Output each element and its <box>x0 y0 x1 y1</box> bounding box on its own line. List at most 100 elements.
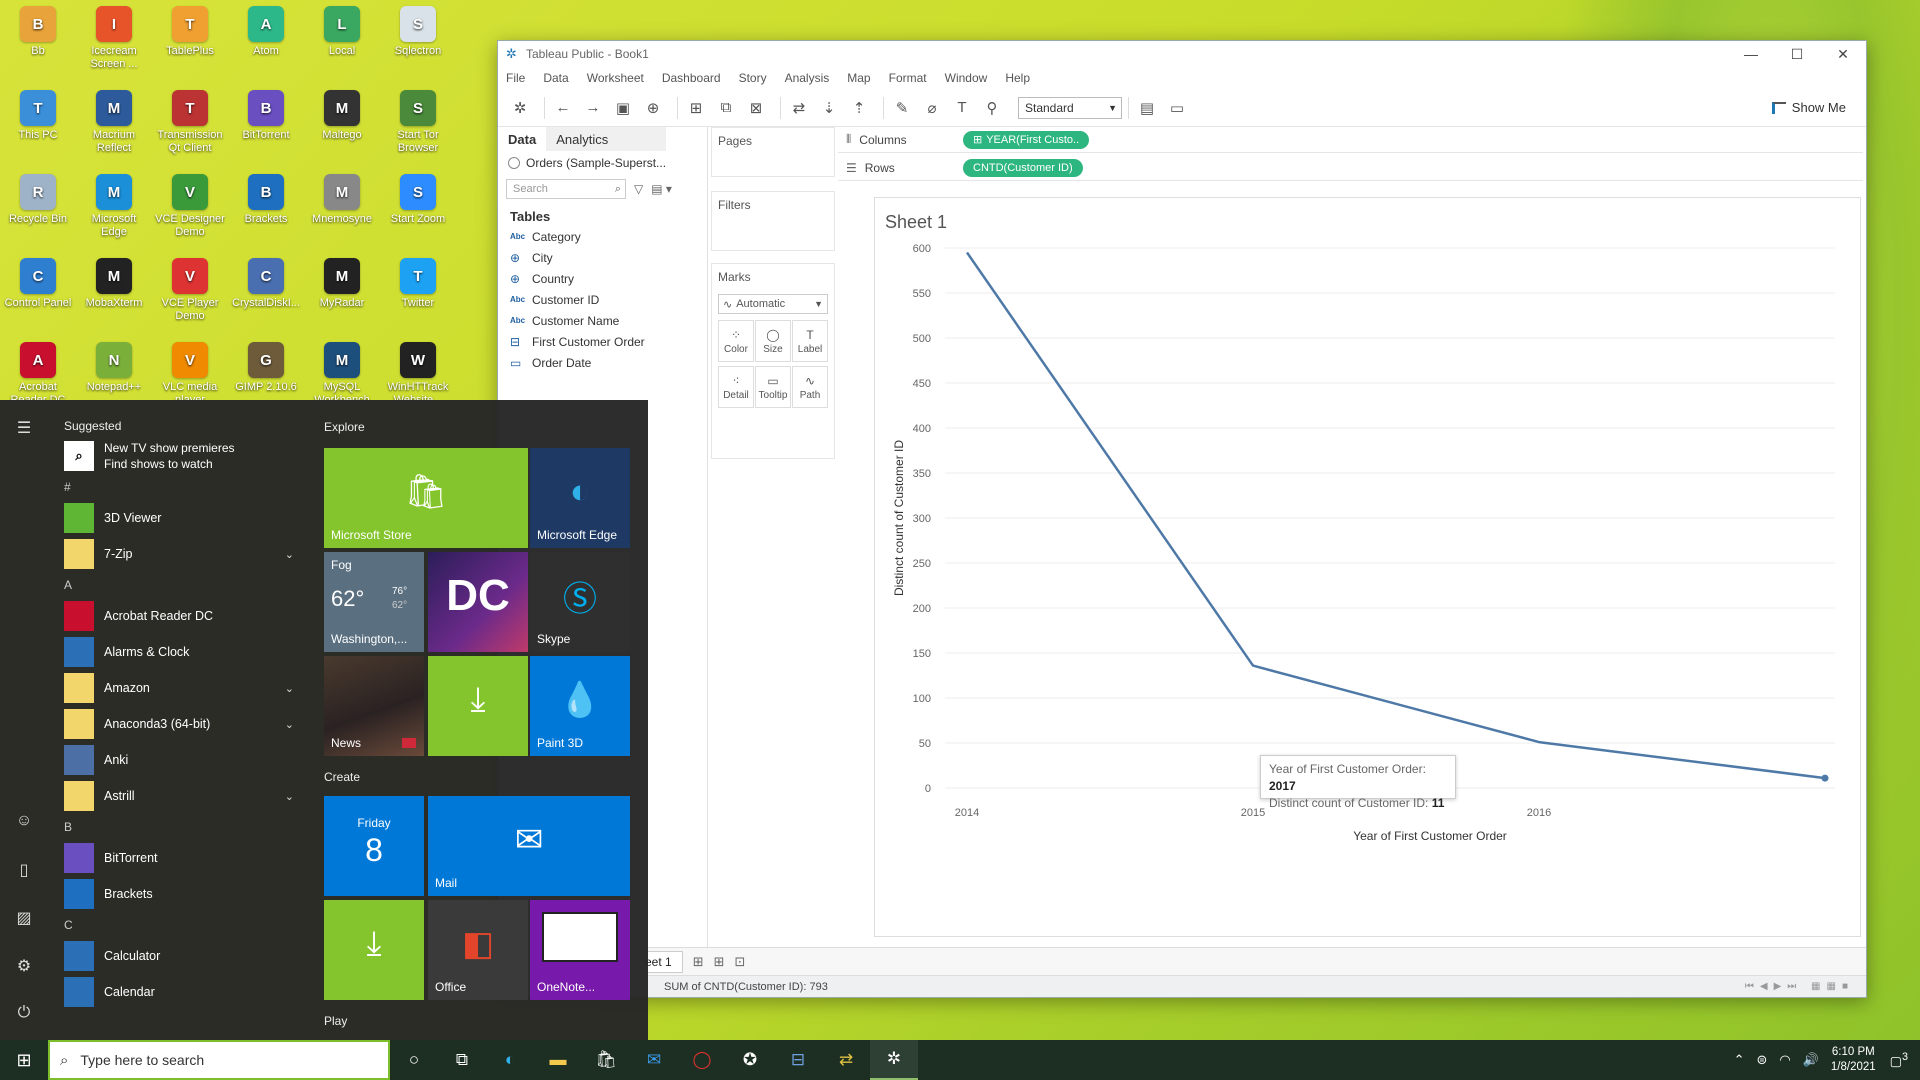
desktop-shortcut[interactable]: N Notepad++ <box>78 342 150 394</box>
tile-office[interactable]: ◧ Office <box>428 900 528 1000</box>
task-view-icon[interactable]: ⧉ <box>438 1040 486 1080</box>
field-item[interactable]: Abc Customer ID <box>498 289 707 310</box>
tile-dolby[interactable]: DC <box>428 552 528 652</box>
desktop-shortcut[interactable]: I Icecream Screen ... <box>78 6 150 71</box>
app-group-letter[interactable]: B <box>64 814 304 840</box>
network-app-icon[interactable]: ⊟ <box>774 1040 822 1080</box>
new-story-tab-icon[interactable]: ⊡ <box>735 954 746 970</box>
desktop-shortcut[interactable]: V VCE Designer Demo <box>154 174 226 239</box>
store-taskbar-icon[interactable]: 🛍 <box>582 1040 630 1080</box>
app-list-item[interactable]: Astrill ⌄ <box>64 778 304 814</box>
desktop-shortcut[interactable]: M MobaXterm <box>78 258 150 310</box>
field-item[interactable]: ⊕ City <box>498 247 707 268</box>
tile-paint-3d[interactable]: 💧 Paint 3D <box>530 656 630 756</box>
new-worksheet-tab-icon[interactable]: ⊞ <box>693 954 704 970</box>
desktop-shortcut[interactable]: S Sqlectron <box>382 6 454 58</box>
documents-icon[interactable]: ▯ <box>14 860 34 880</box>
field-item[interactable]: Abc Category <box>498 226 707 247</box>
app-group-letter[interactable]: C <box>64 912 304 938</box>
rows-shelf[interactable]: ☰ Rows CNTD(Customer ID) <box>838 155 1863 181</box>
menu-analysis[interactable]: Analysis <box>785 71 830 85</box>
app-list-item[interactable]: 7-Zip ⌄ <box>64 536 304 572</box>
menu-window[interactable]: Window <box>945 71 988 85</box>
sheet-nav-icons[interactable]: ⏮◀▶⏭ ▦▦■ <box>1745 981 1854 992</box>
maximize-button[interactable]: ☐ <box>1774 46 1820 63</box>
tile-calendar[interactable]: Friday 8 <box>324 796 424 896</box>
filters-shelf[interactable]: Filters <box>711 191 835 251</box>
suggested-item[interactable]: ⌕ New TV show premieres Find shows to wa… <box>64 438 304 474</box>
sort-descending-icon[interactable]: ⇡ <box>847 96 871 120</box>
desktop-shortcut[interactable]: M Macrium Reflect <box>78 90 150 155</box>
tab-data[interactable]: Data <box>498 127 546 151</box>
tile-weather[interactable]: Fog 62° 76° 62° Washington,... <box>324 552 424 652</box>
desktop-shortcut[interactable]: M Microsoft Edge <box>78 174 150 239</box>
tile-news[interactable]: News <box>324 656 424 756</box>
pictures-icon[interactable]: ▨ <box>14 908 34 928</box>
desktop-shortcut[interactable]: MMySQL Workbench <box>306 342 378 407</box>
tab-analytics[interactable]: Analytics <box>546 127 667 151</box>
tile-download-2[interactable]: ⤓ <box>324 900 424 1000</box>
tile-skype[interactable]: Ⓢ Skype <box>530 552 630 652</box>
menu-help[interactable]: Help <box>1005 71 1030 85</box>
transfer-app-icon[interactable]: ⇄ <box>822 1040 870 1080</box>
highlight-icon[interactable]: ✎ <box>890 96 914 120</box>
swap-rows-columns-icon[interactable]: ⇄ <box>787 96 811 120</box>
menu-dashboard[interactable]: Dashboard <box>662 71 721 85</box>
show-me-button[interactable]: Show Me <box>1771 100 1846 115</box>
desktop-shortcut[interactable]: M Mnemosyne <box>306 174 378 226</box>
desktop-shortcut[interactable]: WWinHTTrack Website... <box>382 342 454 407</box>
wifi-icon[interactable]: ◠ <box>1779 1052 1790 1068</box>
filter-icon[interactable]: ▽ <box>634 182 643 196</box>
opera-icon[interactable]: ◯ <box>678 1040 726 1080</box>
sort-ascending-icon[interactable]: ⇣ <box>817 96 841 120</box>
desktop-shortcut[interactable]: T This PC <box>2 90 74 142</box>
mark-label-button[interactable]: T Label <box>792 320 828 362</box>
tile-onenote[interactable]: OneNote... <box>530 900 630 1000</box>
taskbar-search-input[interactable]: ⌕ Type here to search <box>48 1040 390 1080</box>
tile-microsoft-store[interactable]: 🛍 Microsoft Store <box>324 448 528 548</box>
mark-color-button[interactable]: ⁘ Color <box>718 320 754 362</box>
settings-taskbar-icon[interactable]: ✪ <box>726 1040 774 1080</box>
redo-icon[interactable]: → <box>581 96 605 120</box>
chevron-up-icon[interactable]: ⌃ <box>1734 1052 1745 1068</box>
minimize-button[interactable]: — <box>1728 46 1774 63</box>
app-list-item[interactable]: Acrobat Reader DC <box>64 598 304 634</box>
desktop-shortcut[interactable]: B BitTorrent <box>230 90 302 142</box>
desktop-shortcut[interactable]: C Control Panel <box>2 258 74 310</box>
app-list-item[interactable]: Amazon ⌄ <box>64 670 304 706</box>
volume-icon[interactable]: 🔊 <box>1803 1052 1819 1068</box>
save-icon[interactable]: ▣ <box>611 96 635 120</box>
tile-mail[interactable]: ✉ Mail <box>428 796 630 896</box>
new-dashboard-tab-icon[interactable]: ⊞ <box>714 954 725 970</box>
desktop-shortcut[interactable]: R Recycle Bin <box>2 174 74 226</box>
group-icon[interactable]: ⌀ <box>920 96 944 120</box>
desktop-shortcut[interactable]: L Local <box>306 6 378 58</box>
menu-worksheet[interactable]: Worksheet <box>587 71 644 85</box>
fit-mode-select[interactable]: Standard ▼ <box>1018 96 1122 119</box>
start-button[interactable]: ⊞ <box>0 1040 48 1080</box>
power-icon[interactable]: ⏻ <box>14 1004 34 1024</box>
network-status-icon[interactable]: ⊜ <box>1756 1052 1767 1068</box>
worksheet-view[interactable]: Sheet 1 0 50 100 150 200 250 300 350 400 450 500 55… <box>874 197 1861 937</box>
menu-data[interactable]: Data <box>543 71 568 85</box>
app-list-item[interactable]: Calendar <box>64 974 304 1010</box>
desktop-shortcut[interactable]: C CrystalDiskI... <box>230 258 302 310</box>
duplicate-sheet-icon[interactable]: ⧉ <box>714 96 738 120</box>
pages-shelf[interactable]: Pages <box>711 127 835 177</box>
show-cards-icon[interactable]: ▤ <box>1135 96 1159 120</box>
app-list-item[interactable]: Brackets <box>64 876 304 912</box>
chevron-down-icon[interactable]: ⌄ <box>285 682 294 695</box>
close-button[interactable]: ✕ <box>1820 46 1866 63</box>
new-worksheet-icon[interactable]: ⊞ <box>684 96 708 120</box>
mail-taskbar-icon[interactable]: ✉ <box>630 1040 678 1080</box>
pin-axes-icon[interactable]: ⚲ <box>980 96 1004 120</box>
hamburger-menu-icon[interactable]: ☰ <box>14 418 34 438</box>
file-explorer-icon[interactable]: ▬ <box>534 1040 582 1080</box>
chevron-down-icon[interactable]: ⌄ <box>285 718 294 731</box>
app-list-item[interactable]: 3D Viewer <box>64 500 304 536</box>
field-item[interactable]: ⊟ First Customer Order <box>498 331 707 352</box>
presentation-mode-icon[interactable]: ▭ <box>1165 96 1189 120</box>
show-labels-icon[interactable]: T <box>950 96 974 120</box>
desktop-shortcut[interactable]: M Maltego <box>306 90 378 142</box>
desktop-shortcut[interactable]: T TablePlus <box>154 6 226 58</box>
